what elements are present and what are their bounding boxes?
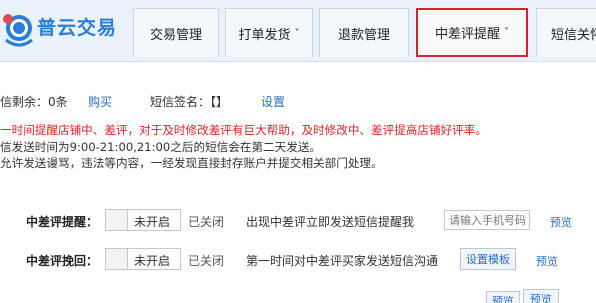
tab-trade-management[interactable]: 交易管理 xyxy=(133,8,219,57)
phone-number-input[interactable] xyxy=(444,210,530,230)
toggle-text: 未开启 xyxy=(134,254,171,268)
alert-status: 已关闭 xyxy=(188,215,225,229)
set-template-button[interactable]: 设置模板 xyxy=(460,248,516,270)
toggle-knob xyxy=(106,249,128,269)
notice-alert-benefit: 一时间提醒店铺中、差评，对于及时修改差评有巨大帮助，及时修改中、差评提高店铺好评… xyxy=(0,123,487,137)
tab-label: 中差评提醒 xyxy=(434,27,500,42)
tab-sms-care[interactable]: 短信关怀 xyxy=(536,8,596,57)
preview-button[interactable]: 预览 xyxy=(486,291,520,303)
chevron-down-icon: ˅ xyxy=(504,27,509,38)
tab-print-ship[interactable]: 打单发货 ˅ xyxy=(225,8,313,57)
logo-text: 普云交易 xyxy=(37,17,118,39)
bad-review-recover-toggle[interactable]: 未开启 xyxy=(105,248,181,270)
sms-remaining: 信剩余：0条 xyxy=(0,95,68,109)
logo: 普云交易 xyxy=(0,2,130,58)
tab-label: 打单发货 xyxy=(238,27,291,43)
tab-bad-review-alert[interactable]: 中差评提醒 ˅ xyxy=(416,8,528,57)
recover-preview-link[interactable]: 预览 xyxy=(536,253,558,269)
buy-link[interactable]: 购买 xyxy=(88,93,112,110)
alert-description: 出现中差评立即发送短信提醒我 xyxy=(246,215,415,229)
preview-button[interactable]: 预览 xyxy=(523,289,559,303)
cloud-logo-icon xyxy=(3,14,33,47)
chevron-down-icon: ˅ xyxy=(294,27,300,39)
tab-label: 短信关怀 xyxy=(551,27,596,43)
bad-review-alert-toggle[interactable]: 未开启 xyxy=(105,209,181,231)
bad-review-recover-label: 中差评挽回： xyxy=(26,254,99,268)
alert-preview-link[interactable]: 预览 xyxy=(550,214,572,230)
tab-label: 退款管理 xyxy=(337,27,390,43)
notice-content-policy: 允许发送谩骂，违法等内容，一经发现直接封存账户并提交相关部门处理。 xyxy=(0,156,383,170)
bad-review-alert-label: 中差评提醒： xyxy=(26,215,99,229)
tab-refund-management[interactable]: 退款管理 xyxy=(319,8,409,57)
sms-signature: 短信签名：【】 xyxy=(150,95,229,109)
notice-send-time: 信发送时间为9:00-21:00,21:00之后的短信会在第二天发送。 xyxy=(0,140,322,154)
recover-description: 第一时间对中差评买家发送短信沟通 xyxy=(246,254,439,268)
tab-label: 交易管理 xyxy=(149,27,202,43)
signature-settings-link[interactable]: 设置 xyxy=(261,93,285,110)
toggle-text: 未开启 xyxy=(134,215,171,229)
recover-status: 已关闭 xyxy=(188,254,225,268)
toggle-knob xyxy=(106,210,128,230)
top-nav-bar: 普云交易 交易管理 打单发货 ˅ 退款管理 中差评提醒 ˅ 短信关怀 xyxy=(0,0,596,62)
